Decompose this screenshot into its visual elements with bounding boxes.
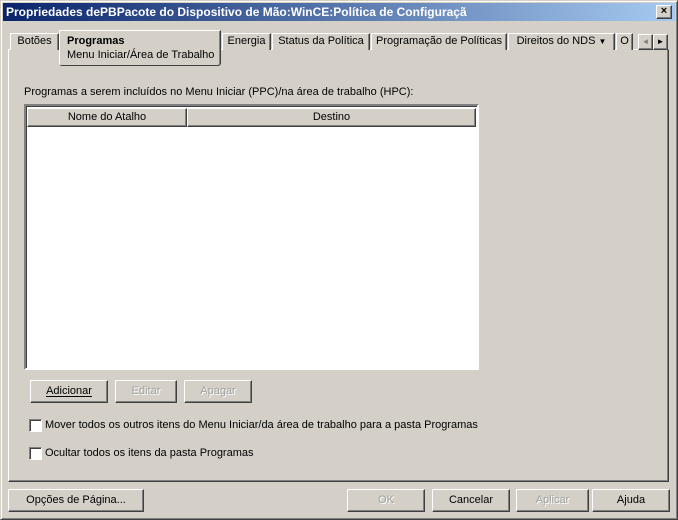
tab-status-politica[interactable]: Status da Política <box>272 33 370 50</box>
shortcuts-list[interactable]: Nome do Atalho Destino <box>24 104 479 370</box>
window-title: Propriedades dePBPacote do Dispositivo d… <box>6 5 467 19</box>
page-options-button[interactable]: Opções de Página... <box>8 489 144 512</box>
close-button[interactable]: × <box>656 5 672 19</box>
tab-label: Direitos do NDS <box>516 35 596 47</box>
button-label: Ajuda <box>616 494 646 506</box>
tab-sublabel: Menu Iniciar/Área de Trabalho <box>67 49 215 61</box>
chevron-down-icon: ▼ <box>598 37 607 46</box>
column-label: Nome do Atalho <box>67 111 147 123</box>
arrow-left-icon: ◄ <box>641 37 650 46</box>
ok-button[interactable]: OK <box>347 489 425 512</box>
button-label: Aplicar <box>535 494 570 506</box>
tab-label: Programação de Políticas <box>376 35 502 47</box>
button-label: Editar <box>131 385 161 397</box>
title-bar: Propriedades dePBPacote do Dispositivo d… <box>3 3 675 21</box>
tab-energia[interactable]: Energia <box>222 33 271 50</box>
tab-label: Programas <box>67 35 125 47</box>
move-items-checkbox[interactable] <box>29 419 42 432</box>
cancel-button[interactable]: Cancelar <box>432 489 510 512</box>
delete-button[interactable]: Apagar <box>184 380 252 403</box>
edit-button[interactable]: Editar <box>115 380 177 403</box>
tab-label: Botões <box>17 35 52 47</box>
tab-direitos-nds[interactable]: Direitos do NDS ▼ <box>508 33 615 50</box>
button-label: Adicionar <box>46 385 92 397</box>
apply-button[interactable]: Aplicar <box>516 489 589 512</box>
button-label: Cancelar <box>448 494 494 506</box>
tab-programacao-politicas[interactable]: Programação de Políticas <box>371 33 507 50</box>
button-label: Apagar <box>200 385 236 397</box>
button-label: Opções de Página... <box>26 494 126 506</box>
tab-botoes[interactable]: Botões <box>10 33 59 50</box>
tab-scroll-left-button[interactable]: ◄ <box>638 34 653 50</box>
help-button[interactable]: Ajuda <box>592 489 670 512</box>
tab-label: O <box>620 35 629 47</box>
arrow-right-icon: ► <box>656 37 665 46</box>
add-button[interactable]: Adicionar <box>30 380 108 403</box>
tab-label: Status da Política <box>278 35 364 47</box>
column-label: Destino <box>312 111 351 123</box>
button-label: OK <box>378 494 394 506</box>
tab-programas[interactable]: Programas Menu Iniciar/Área de Trabalho <box>59 30 221 66</box>
column-header-destination[interactable]: Destino <box>187 108 476 127</box>
tab-label: Energia <box>227 35 266 47</box>
move-items-label[interactable]: Mover todos os outros itens do Menu Inic… <box>45 419 478 431</box>
close-icon: × <box>660 5 668 17</box>
list-label: Programas a serem incluídos no Menu Inic… <box>24 86 414 98</box>
hide-items-checkbox[interactable] <box>29 447 42 460</box>
column-header-shortcut-name[interactable]: Nome do Atalho <box>27 108 187 127</box>
tab-overflow[interactable]: O <box>616 33 633 50</box>
tab-scroll-right-button[interactable]: ► <box>653 34 668 50</box>
hide-items-label[interactable]: Ocultar todos os itens da pasta Programa… <box>45 447 254 459</box>
